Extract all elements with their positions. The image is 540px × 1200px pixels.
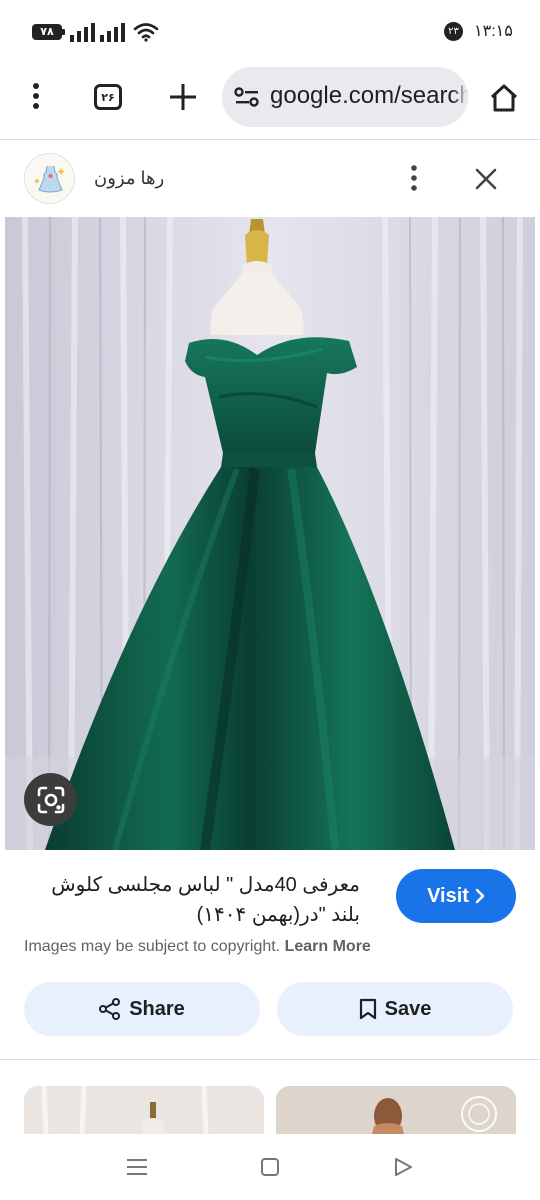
- status-bar: ۷۸ ۲۳ ۱۳:۱۵: [0, 0, 540, 62]
- browser-menu-button[interactable]: [20, 80, 52, 112]
- nav-home-button[interactable]: [255, 1154, 285, 1180]
- save-label: Save: [384, 997, 432, 1020]
- source-avatar[interactable]: [24, 153, 75, 204]
- related-image-1[interactable]: [24, 1086, 264, 1134]
- result-title[interactable]: معرفی 40مدل " لباس مجلسی کلوش بلند "در(ب…: [24, 870, 360, 930]
- more-vert-icon: [33, 83, 39, 109]
- tab-switcher-button[interactable]: ۲۶: [94, 84, 122, 110]
- new-tab-button[interactable]: [166, 80, 200, 114]
- triangle-back-icon: [395, 1158, 412, 1176]
- notification-badge: ۲۳: [444, 22, 463, 41]
- square-icon: [261, 1158, 279, 1176]
- nav-recents-button[interactable]: [122, 1154, 152, 1180]
- close-icon: [475, 168, 497, 190]
- results-divider: [0, 1059, 540, 1060]
- more-vert-icon: [411, 165, 417, 191]
- dress-logo-icon: [26, 155, 74, 203]
- battery-icon: ۷۸: [32, 24, 65, 40]
- lens-button[interactable]: [24, 773, 77, 826]
- toolbar-divider: [0, 139, 540, 140]
- result-info: معرفی 40مدل " لباس مجلسی کلوش بلند "در(ب…: [5, 850, 535, 1059]
- visit-label: Visit: [427, 884, 469, 907]
- close-button[interactable]: [470, 163, 502, 195]
- visit-button[interactable]: Visit: [396, 869, 516, 923]
- related-thumb-2-graphic: [276, 1086, 516, 1134]
- dress-image[interactable]: [5, 217, 535, 850]
- home-icon: [490, 84, 518, 112]
- url-fade: [452, 67, 468, 127]
- google-lens-icon: [37, 786, 64, 813]
- learn-more-link[interactable]: Learn More: [285, 938, 371, 955]
- copyright-notice: Images may be subject to copyright. Lear…: [24, 938, 371, 956]
- address-bar[interactable]: google.com/search: [222, 67, 468, 127]
- share-label: Share: [129, 997, 185, 1020]
- system-navigation-bar: [0, 1134, 540, 1200]
- result-more-button[interactable]: [401, 163, 427, 193]
- save-button[interactable]: Save: [277, 982, 513, 1036]
- share-button[interactable]: Share: [24, 982, 260, 1036]
- home-button[interactable]: [486, 80, 522, 116]
- signal-icon-sim1: [70, 23, 95, 42]
- share-icon: [99, 998, 121, 1020]
- copyright-text: Images may be subject to copyright.: [24, 938, 281, 955]
- image-result-panel: رها مزون معرفی 40مدل " لباس مجلسی کلوش ب…: [5, 141, 535, 1059]
- status-clock: ۱۳:۱۵: [474, 23, 513, 40]
- source-name[interactable]: رها مزون: [94, 168, 164, 189]
- bookmark-icon: [359, 998, 376, 1020]
- chevron-right-icon: [475, 888, 485, 904]
- wifi-icon: [133, 23, 159, 42]
- plus-icon: [170, 84, 196, 110]
- menu-lines-icon: [127, 1159, 147, 1175]
- source-header: رها مزون: [5, 141, 535, 216]
- site-settings-icon: [234, 87, 259, 107]
- green-satin-gown-illustration: [5, 217, 535, 850]
- related-thumb-1-graphic: [24, 1086, 264, 1134]
- related-image-2[interactable]: [276, 1086, 516, 1134]
- signal-icon-sim2: [100, 23, 125, 42]
- nav-back-button[interactable]: [388, 1154, 418, 1180]
- url-text: google.com/search: [270, 82, 468, 109]
